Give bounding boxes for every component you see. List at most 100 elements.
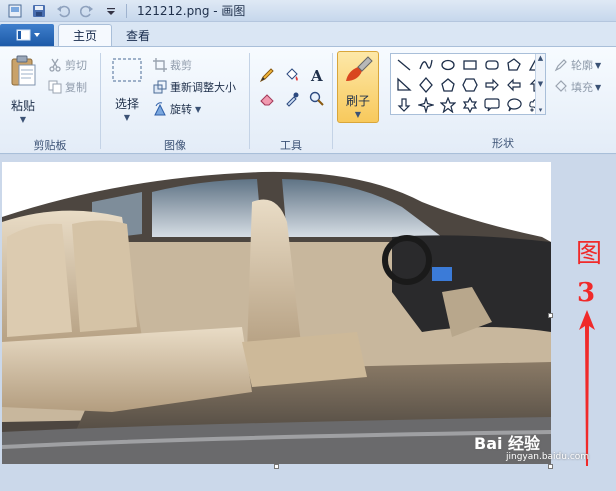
left-arrow-icon — [506, 78, 521, 92]
shapes-grid — [391, 54, 545, 116]
ribbon: 粘贴 ▼ 剪切 复制 剪贴板 选择 ▼ 裁剪 重新调整大小 旋转 ▼ 图像 A … — [0, 46, 616, 154]
ribbon-tab-row: 主页 查看 — [0, 22, 616, 46]
crop-label: 裁剪 — [170, 59, 192, 72]
left-arrow-shape[interactable] — [504, 76, 523, 94]
eraser-icon — [260, 94, 274, 106]
color-picker-tool[interactable] — [281, 89, 303, 109]
five-point-star-icon — [439, 97, 456, 113]
undo-icon[interactable] — [54, 2, 72, 20]
right-arrow-icon — [484, 78, 499, 92]
file-menu-button[interactable] — [0, 24, 54, 46]
scroll-down-icon[interactable]: ▼ — [538, 80, 543, 88]
outline-pen-icon — [554, 58, 568, 72]
outline-dropdown-icon: ▼ — [595, 60, 602, 70]
oval-icon — [440, 59, 455, 71]
six-point-star-shape[interactable] — [460, 96, 479, 114]
scroll-up-icon[interactable]: ▲ — [538, 54, 543, 62]
rotate-button[interactable]: 旋转 ▼ — [153, 101, 201, 117]
text-tool[interactable]: A — [306, 65, 328, 85]
polygon-icon — [506, 58, 521, 71]
line-shape[interactable] — [394, 56, 413, 74]
oval-shape[interactable] — [438, 56, 457, 74]
paste-icon — [11, 55, 36, 86]
cut-label: 剪切 — [65, 59, 87, 72]
pentagon-shape[interactable] — [438, 76, 457, 94]
shapes-scrollbar[interactable]: ▲ ▼ ▾ — [535, 54, 545, 114]
oval-callout-shape[interactable] — [504, 96, 523, 114]
rotate-dropdown-icon: ▼ — [195, 104, 202, 114]
pencil-tool[interactable] — [256, 65, 278, 85]
crop-button[interactable]: 裁剪 — [153, 57, 192, 73]
scissors-icon — [48, 58, 62, 72]
gallery-expand-icon[interactable]: ▾ — [539, 106, 543, 114]
pentagon-icon — [440, 78, 455, 92]
paste-button[interactable]: 粘贴 ▼ — [6, 53, 40, 125]
paint-bucket-icon — [286, 68, 298, 81]
rounded-rectangle-shape[interactable] — [482, 56, 501, 74]
brushes-button[interactable]: 刷子 ▼ — [337, 51, 379, 123]
title-separator — [126, 3, 127, 18]
right-arrow-shape[interactable] — [482, 76, 501, 94]
five-point-star-shape[interactable] — [438, 96, 457, 114]
diamond-shape[interactable] — [416, 76, 435, 94]
polygon-shape[interactable] — [504, 56, 523, 74]
tools-group-label: 工具 — [280, 139, 302, 152]
rotate-label: 旋转 — [170, 103, 192, 116]
rectangle-shape[interactable] — [460, 56, 479, 74]
resize-handle-corner[interactable] — [548, 464, 553, 469]
rectangle-icon — [462, 60, 477, 70]
selection-rectangle-icon — [112, 58, 142, 82]
resize-handle-bottom[interactable] — [274, 464, 279, 469]
fill-dropdown-icon: ▼ — [595, 82, 602, 92]
group-separator — [332, 53, 333, 149]
resize-label: 重新调整大小 — [170, 81, 236, 94]
fill-tool[interactable] — [281, 65, 303, 85]
shapes-group-label: 形状 — [492, 137, 514, 150]
outline-button[interactable]: 轮廓 ▼ — [554, 57, 601, 73]
car-interior-image — [2, 162, 551, 464]
eraser-tool[interactable] — [256, 89, 278, 109]
four-point-star-icon — [417, 97, 434, 113]
title-bar: 121212.png - 画图 — [0, 0, 616, 22]
down-arrow-icon — [397, 98, 410, 112]
red-up-arrow-icon — [579, 310, 595, 466]
brushes-label: 刷子 — [345, 94, 370, 108]
curve-shape[interactable] — [416, 56, 435, 74]
save-icon[interactable] — [30, 2, 48, 20]
resize-handle-right[interactable] — [548, 313, 553, 318]
tab-home[interactable]: 主页 — [58, 24, 113, 46]
select-button[interactable]: 选择 ▼ — [109, 55, 145, 125]
brushes-dropdown-icon: ▼ — [354, 110, 362, 119]
oval-callout-icon — [506, 98, 522, 112]
paint-app-icon[interactable] — [6, 2, 24, 20]
select-label: 选择 — [114, 97, 139, 111]
customize-toolbar-icon[interactable] — [102, 2, 120, 20]
rounded-callout-shape[interactable] — [482, 96, 501, 114]
fill-label: 填充 — [571, 81, 593, 94]
resize-button[interactable]: 重新调整大小 — [153, 79, 236, 95]
fill-button[interactable]: 填充 ▼ — [554, 79, 601, 95]
image-group-label: 图像 — [164, 139, 186, 152]
copy-label: 复制 — [65, 81, 87, 94]
annotation-figure-label: 图 — [575, 239, 602, 269]
right-triangle-shape[interactable] — [394, 76, 413, 94]
text-icon: A — [310, 67, 323, 83]
down-arrow-shape[interactable] — [394, 96, 413, 114]
four-point-star-shape[interactable] — [416, 96, 435, 114]
magnifier-tool[interactable] — [306, 89, 328, 109]
tab-view[interactable]: 查看 — [112, 24, 164, 46]
tools-grid: A — [256, 65, 328, 109]
image-group: 选择 ▼ 裁剪 重新调整大小 旋转 ▼ 图像 — [101, 47, 249, 155]
copy-button[interactable]: 复制 — [48, 79, 87, 95]
shapes-gallery: ▲ ▼ ▾ — [390, 53, 546, 115]
six-point-star-icon — [462, 97, 477, 113]
baidu-watermark-url: jingyan.baidu.com — [506, 452, 590, 462]
redo-icon[interactable] — [78, 2, 96, 20]
cut-button[interactable]: 剪切 — [48, 57, 87, 73]
hexagon-shape[interactable] — [460, 76, 479, 94]
right-triangle-icon — [396, 77, 412, 91]
paste-label: 粘贴 — [10, 99, 35, 113]
drawing-canvas[interactable] — [2, 162, 551, 464]
copy-icon — [48, 80, 62, 94]
clipboard-group: 粘贴 ▼ 剪切 复制 剪贴板 — [0, 47, 100, 155]
